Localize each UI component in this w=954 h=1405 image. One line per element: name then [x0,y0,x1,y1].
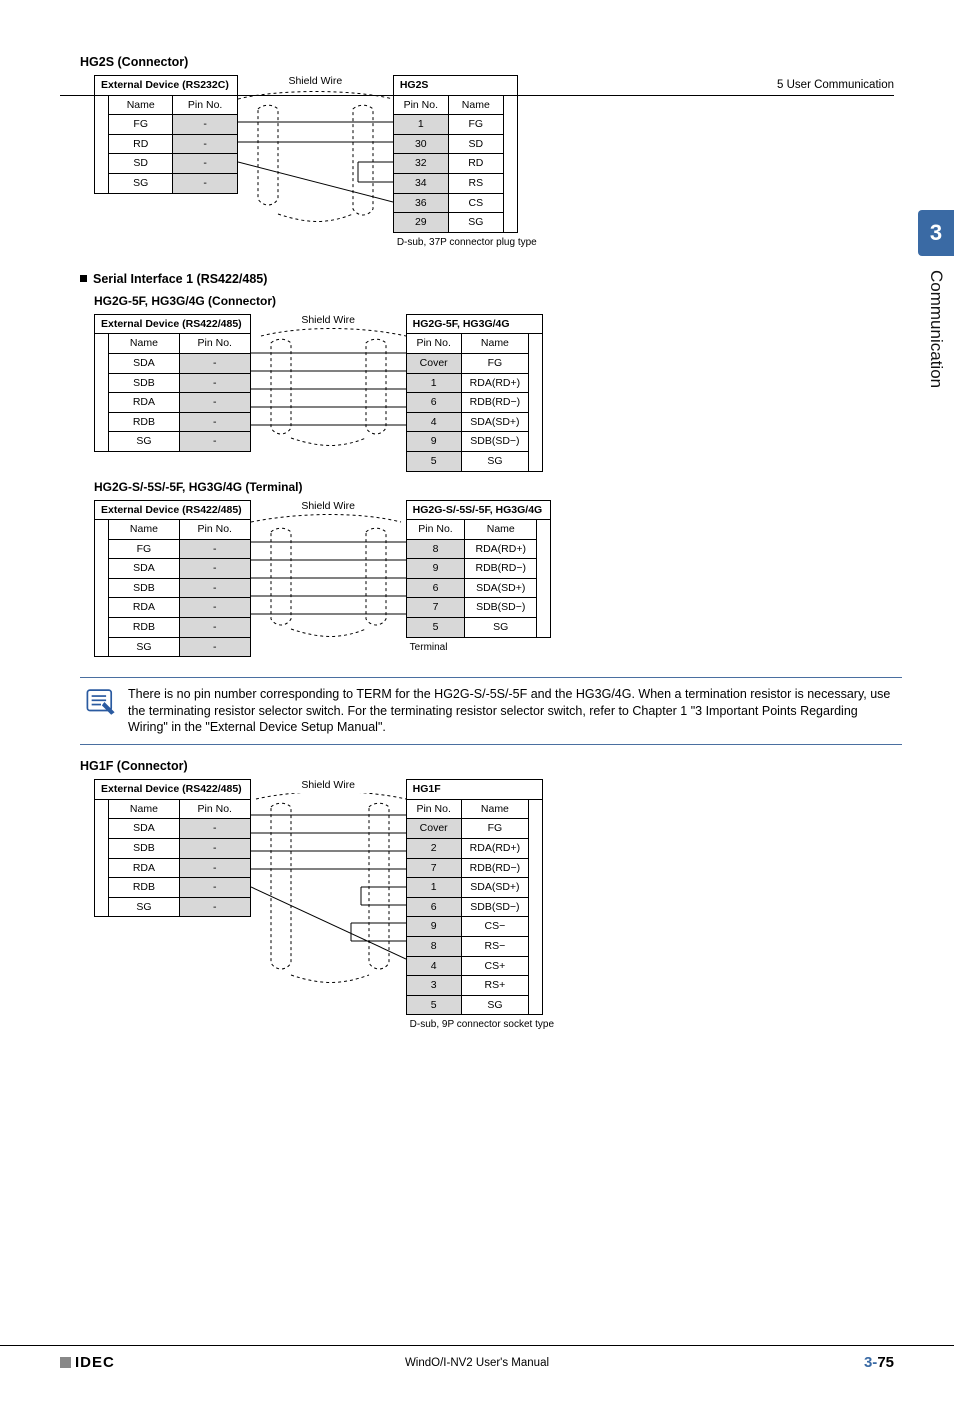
si1-s3-footnote: D-sub, 9P connector socket type [410,1019,554,1030]
shield-wire-label: Shield Wire [251,779,406,791]
note-icon [84,686,118,718]
header-section: 5 User Communication [777,79,894,91]
shield-wire-label: Shield Wire [238,75,393,87]
si1-title: Serial Interface 1 (RS422/485) [80,272,902,286]
si1-s1-diagram: External Device (RS422/485) NamePin No. … [94,314,902,472]
si1-s3-title: HG1F (Connector) [80,759,902,773]
hg2s-left-table: External Device (RS232C) NamePin No. FG-… [94,75,238,194]
si1-s2-diagram: External Device (RS422/485) NamePin No. … [94,500,902,667]
note-block: There is no pin number corresponding to … [80,677,902,746]
si1-s1-left-table: External Device (RS422/485) NamePin No. … [94,314,251,452]
wiring-svg [251,793,406,993]
shield-wire-label: Shield Wire [251,314,406,326]
si1-s2-left-table: External Device (RS422/485) NamePin No. … [94,500,251,658]
footer-center: WindO/I-NV2 User's Manual [0,1357,954,1369]
hg2s-right-table: HG2S Pin No.Name 1FG 30SD 32RD 34RS 36CS… [393,75,518,233]
shield-wire-label: Shield Wire [251,500,406,512]
hg2s-footnote: D-sub, 37P connector plug type [397,237,537,248]
si1-s1-title: HG2G-5F, HG3G/4G (Connector) [94,294,902,308]
wiring-svg [238,89,393,224]
si1-s2-title: HG2G-S/-5S/-5F, HG3G/4G (Terminal) [94,480,902,494]
hg2s-diagram: External Device (RS232C) NamePin No. FG-… [94,75,902,262]
si1-s2-right-table: HG2G-S/-5S/-5F, HG3G/4G Pin No.Name 8RDA… [406,500,552,638]
si1-s1-right-table: HG2G-5F, HG3G/4G Pin No.Name CoverFG 1RD… [406,314,543,472]
hg2s-left-title: External Device (RS232C) [95,76,238,96]
hg2s-right-title: HG2S [393,76,517,96]
si1-s2-footnote: Terminal [410,642,552,653]
si1-s3-diagram: External Device (RS422/485) NamePin No. … [94,779,902,1044]
chapter-tab: 3 [918,210,954,256]
si1-s3-left-table: External Device (RS422/485) NamePin No. … [94,779,251,917]
chapter-side-label: Communication [926,270,946,388]
wiring-svg [251,514,406,644]
si1-s3-right-table: HG1F Pin No.Name CoverFG 2RDA(RD+) 7RDB(… [406,779,543,1015]
hg2s-title: HG2S (Connector) [80,55,902,69]
page-footer: WindO/I-NV2 User's Manual IDEC 3-75 [0,1345,954,1379]
bullet-square-icon [80,275,87,282]
note-text: There is no pin number corresponding to … [128,686,898,737]
wiring-svg [251,328,406,453]
